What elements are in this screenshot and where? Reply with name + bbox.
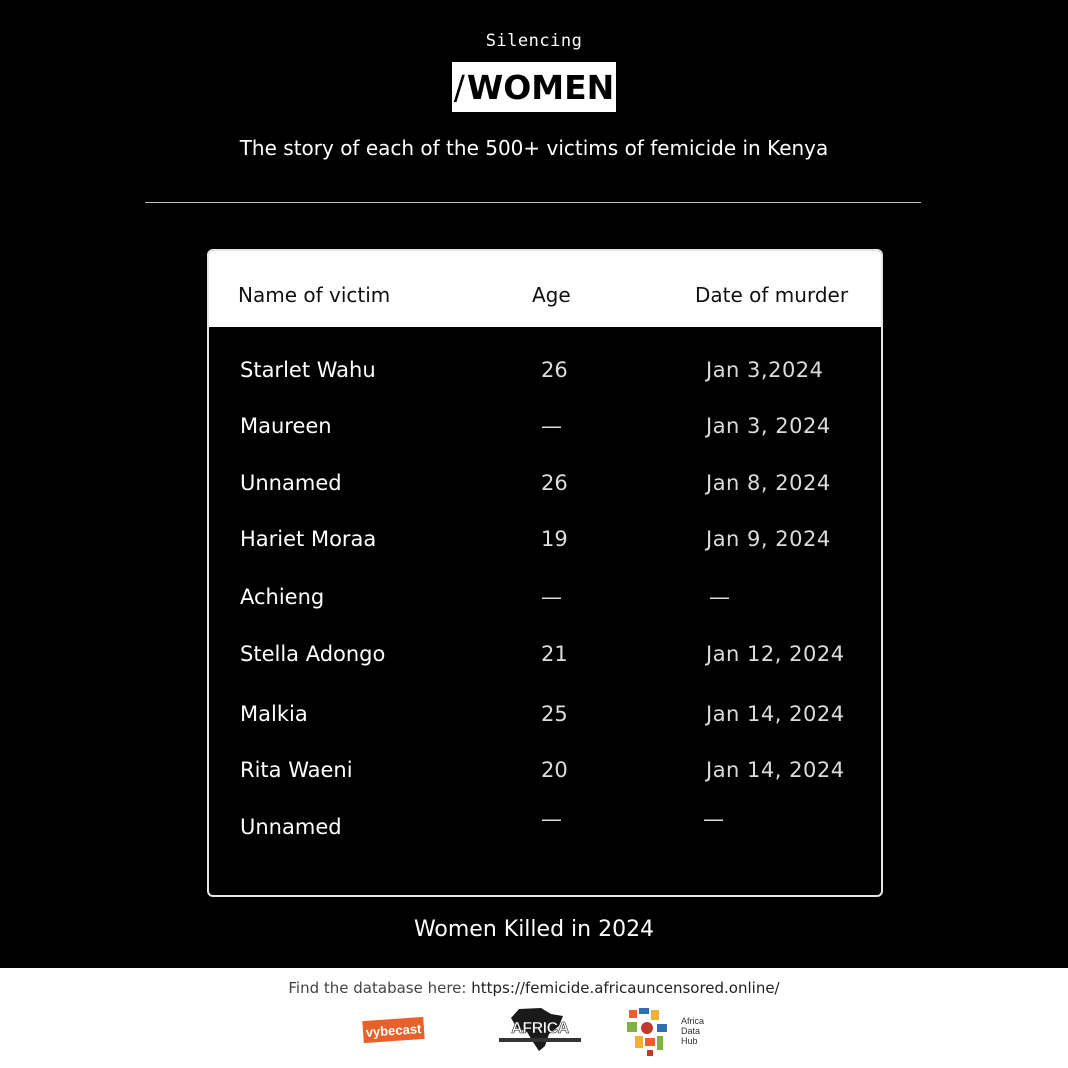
victim-name: Stella Adongo (240, 642, 386, 666)
logo-slash: / (453, 67, 465, 107)
database-link[interactable]: https://femicide.africauncensored.online… (471, 979, 779, 997)
victim-age: 21 (541, 642, 568, 666)
table-row: Unnamed 26 Jan 8, 2024 (209, 471, 881, 501)
murder-date: — (703, 807, 725, 831)
database-note-prefix: Find the database here: (288, 979, 472, 997)
victim-name: Achieng (240, 585, 325, 609)
victim-name: Malkia (240, 702, 308, 726)
database-note: Find the database here: https://femicide… (0, 979, 1068, 997)
table-row: Starlet Wahu 26 Jan 3,2024 (209, 358, 881, 388)
victim-age: 26 (541, 471, 568, 495)
murder-date: Jan 14, 2024 (706, 702, 845, 726)
table-row: Achieng — — (209, 585, 881, 615)
footer-title: Women Killed in 2024 (413, 917, 655, 942)
murder-date: — (709, 585, 731, 609)
table-header: Name of victim Age Date of murder (209, 251, 881, 327)
victim-age: 19 (541, 527, 568, 551)
table-row: Maureen — Jan 3, 2024 (209, 414, 881, 444)
vybecast-logo: vybecast (362, 1016, 425, 1044)
victim-name: Hariet Moraa (240, 527, 377, 551)
data-hub-label-line: Africa (681, 1016, 705, 1026)
victims-table: Name of victim Age Date of murder Starle… (207, 249, 883, 897)
victim-age: 20 (541, 758, 568, 782)
murder-date: Jan 3, 2024 (706, 414, 831, 438)
africa-logo-text: AFRICA (511, 1020, 570, 1038)
table-row: Hariet Moraa 19 Jan 9, 2024 (209, 527, 881, 557)
data-hub-label-line: Data (681, 1026, 701, 1036)
victim-age: — (541, 807, 562, 831)
victim-name: Rita Waeni (240, 758, 353, 782)
victim-age: — (541, 414, 562, 438)
table-row: Unnamed — — (209, 807, 881, 845)
logo-word: WOMEN (466, 67, 615, 107)
page-subtitle: The story of each of the 500+ victims of… (239, 136, 829, 160)
header-divider (145, 202, 921, 203)
header-kicker: Silencing (485, 31, 583, 51)
victim-name: Unnamed (240, 471, 342, 495)
footer-panel: Find the database here: https://femicide… (0, 968, 1068, 1068)
column-header-date: Date of murder (695, 283, 849, 307)
africa-data-hub-logo: Africa Data Hub (623, 1006, 723, 1058)
data-hub-label: Africa Data Hub (681, 1016, 704, 1046)
data-hub-label-line: Hub (681, 1036, 698, 1046)
victim-name: Maureen (240, 414, 332, 438)
table-row: Stella Adongo 21 Jan 12, 2024 (209, 642, 881, 672)
murder-date: Jan 9, 2024 (706, 527, 831, 551)
victim-name: Starlet Wahu (240, 358, 376, 382)
murder-date: Jan 8, 2024 (706, 471, 831, 495)
data-hub-mark-icon (627, 1008, 667, 1056)
africa-uncensored-logo: AFRICA (497, 1006, 583, 1052)
victim-name: Unnamed (240, 815, 342, 839)
victim-age: 26 (541, 358, 568, 382)
murder-date: Jan 3,2024 (706, 358, 824, 382)
column-header-name: Name of victim (238, 283, 391, 307)
column-header-age: Age (532, 283, 571, 307)
murder-date: Jan 14, 2024 (706, 758, 845, 782)
table-row: Malkia 25 Jan 14, 2024 (209, 702, 881, 732)
table-row: Rita Waeni 20 Jan 14, 2024 (209, 758, 881, 788)
victim-age: 25 (541, 702, 568, 726)
brand-logo: / WOMEN (452, 62, 616, 112)
victim-age: — (541, 585, 562, 609)
murder-date: Jan 12, 2024 (706, 642, 845, 666)
